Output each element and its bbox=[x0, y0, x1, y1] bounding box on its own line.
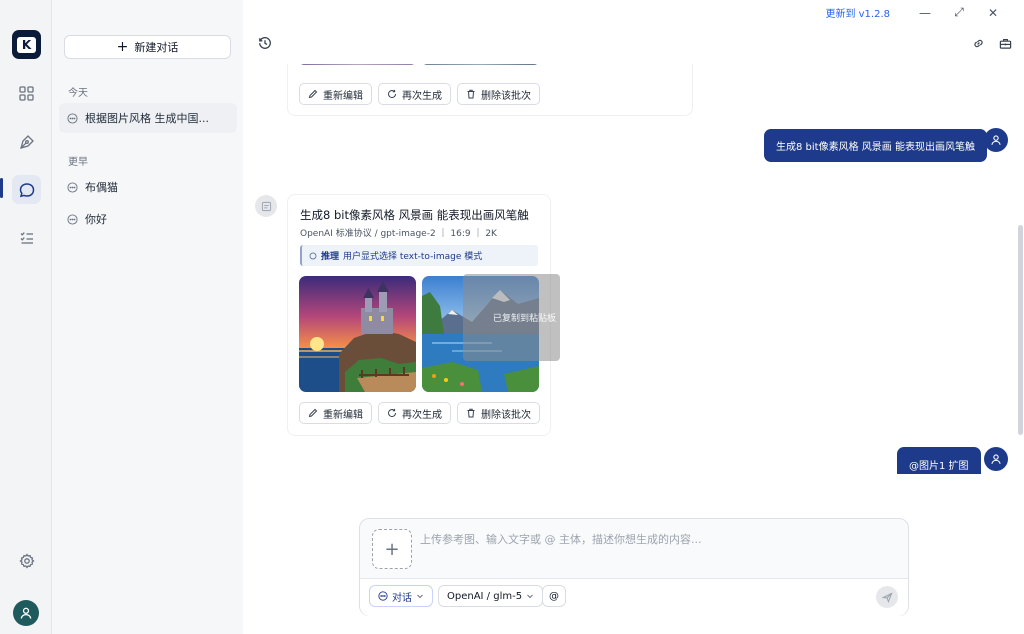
chat-bubble-icon bbox=[67, 181, 78, 193]
message-actions: 重新编辑 再次生成 删除该批次 bbox=[299, 402, 540, 424]
chevron-down-icon bbox=[527, 594, 533, 599]
nav-rail: K bbox=[0, 0, 52, 634]
toolbar-right bbox=[972, 37, 1012, 53]
chat-bubble-icon bbox=[378, 591, 388, 601]
generated-image-thumbnail[interactable] bbox=[299, 276, 416, 392]
group-label-earlier: 更早 bbox=[68, 157, 88, 168]
settings-gear-icon[interactable] bbox=[12, 546, 41, 575]
chat-scrollbar[interactable] bbox=[1018, 225, 1023, 435]
prompt-input[interactable] bbox=[420, 533, 890, 546]
conversation-item[interactable]: 根据图片风格 生成中国... bbox=[59, 103, 237, 133]
link-icon[interactable] bbox=[972, 37, 985, 53]
assistant-avatar bbox=[255, 195, 277, 217]
logo-mark: K bbox=[17, 36, 36, 53]
pen-nib-icon[interactable] bbox=[12, 127, 41, 156]
user-avatar bbox=[984, 447, 1008, 471]
mode-label: 对话 bbox=[392, 592, 412, 604]
main-panel: 更新到 v1.2.8 — ⤢ ✕ 重新编辑 再次生成 删除该批次 生成8 bit… bbox=[243, 0, 1024, 634]
generated-image-thumbnail[interactable] bbox=[422, 64, 539, 65]
chat-scroll-area[interactable]: 重新编辑 再次生成 删除该批次 生成8 bit像素风格 风景画 能表现出画风笔触 bbox=[243, 64, 1024, 474]
upload-reference-button[interactable]: + bbox=[372, 529, 412, 569]
pencil-icon bbox=[308, 408, 318, 418]
conversation-title: 你好 bbox=[85, 213, 107, 226]
conversation-sidebar: + 新建对话 今天 根据图片风格 生成中国... 更早 布偶猫 你好 bbox=[53, 0, 243, 634]
assistant-message-title: 生成8 bit像素风格 风景画 能表现出画风笔触 bbox=[300, 208, 529, 222]
chat-icon[interactable] bbox=[12, 175, 41, 204]
trash-icon bbox=[467, 408, 475, 418]
generated-image-thumbnail[interactable] bbox=[299, 64, 416, 65]
app-logo[interactable]: K bbox=[12, 30, 41, 59]
regenerate-button[interactable]: 再次生成 bbox=[378, 83, 451, 105]
assistant-message-card: 重新编辑 再次生成 删除该批次 bbox=[287, 64, 693, 116]
send-button[interactable] bbox=[876, 586, 898, 608]
regenerate-button[interactable]: 再次生成 bbox=[378, 402, 451, 424]
new-chat-label: 新建对话 bbox=[134, 41, 179, 54]
conversation-title: 根据图片风格 生成中国... bbox=[85, 112, 209, 125]
send-icon bbox=[881, 591, 893, 603]
assistant-message-card: 生成8 bit像素风格 风景画 能表现出画风笔触 OpenAI 标准协议 / g… bbox=[287, 194, 560, 436]
composer: + 对话 OpenAI / glm-5 @ bbox=[359, 518, 909, 616]
chat-bubble-icon bbox=[67, 213, 78, 225]
user-avatar[interactable] bbox=[13, 600, 39, 626]
at-symbol: @ bbox=[549, 590, 559, 602]
plus-icon: + bbox=[116, 39, 129, 55]
refresh-icon bbox=[388, 408, 397, 418]
copied-tooltip: 已复制到粘贴板 bbox=[463, 274, 560, 361]
conversation-item[interactable]: 布偶猫 bbox=[59, 172, 237, 202]
close-button[interactable]: ✕ bbox=[976, 6, 1010, 20]
delete-batch-label: 删除该批次 bbox=[481, 409, 531, 421]
trash-icon bbox=[467, 89, 475, 99]
grid-icon[interactable] bbox=[12, 79, 41, 108]
chevron-down-icon bbox=[417, 594, 423, 599]
toolbox-icon[interactable] bbox=[999, 37, 1012, 53]
re-edit-label: 重新编辑 bbox=[323, 409, 363, 421]
titlebar-controls: 更新到 v1.2.8 — ⤢ ✕ bbox=[825, 5, 1010, 20]
user-avatar bbox=[984, 128, 1008, 152]
reasoning-text: 用户显式选择 text-to-image 模式 bbox=[343, 252, 483, 262]
minimize-button[interactable]: — bbox=[908, 6, 942, 20]
re-edit-button[interactable]: 重新编辑 bbox=[299, 83, 372, 105]
reasoning-label: 推理 bbox=[321, 252, 340, 262]
regenerate-label: 再次生成 bbox=[402, 409, 442, 421]
new-chat-button[interactable]: + 新建对话 bbox=[64, 35, 231, 59]
delete-batch-label: 删除该批次 bbox=[481, 90, 531, 102]
conversation-item[interactable]: 你好 bbox=[59, 204, 237, 234]
re-edit-label: 重新编辑 bbox=[323, 90, 363, 102]
model-select[interactable]: OpenAI / glm-5 bbox=[438, 585, 544, 607]
update-link[interactable]: 更新到 v1.2.8 bbox=[825, 5, 890, 20]
user-message-bubble: 生成8 bit像素风格 风景画 能表现出画风笔触 bbox=[764, 129, 987, 162]
history-icon[interactable] bbox=[258, 36, 272, 53]
castle-sunset-image bbox=[299, 276, 416, 392]
active-indicator bbox=[0, 178, 3, 198]
delete-batch-button[interactable]: 删除该批次 bbox=[457, 83, 540, 105]
composer-toolbar: 对话 OpenAI / glm-5 @ bbox=[360, 579, 908, 616]
pencil-icon bbox=[308, 89, 318, 99]
generation-meta: OpenAI 标准协议 / gpt-image-2 ｜ 16:9 ｜ 2K bbox=[300, 229, 497, 239]
regenerate-label: 再次生成 bbox=[402, 90, 442, 102]
thought-bubble-icon bbox=[309, 252, 317, 259]
refresh-icon bbox=[388, 89, 397, 99]
re-edit-button[interactable]: 重新编辑 bbox=[299, 402, 372, 424]
group-label-today: 今天 bbox=[68, 88, 88, 99]
plus-icon: + bbox=[384, 538, 400, 560]
model-label: OpenAI / glm-5 bbox=[447, 590, 523, 602]
mention-button[interactable]: @ bbox=[542, 585, 566, 607]
maximize-button[interactable]: ⤢ bbox=[942, 5, 976, 20]
reasoning-note[interactable]: 推理 用户显式选择 text-to-image 模式 bbox=[300, 245, 538, 266]
chat-bubble-icon bbox=[67, 112, 78, 124]
mode-select[interactable]: 对话 bbox=[369, 585, 433, 607]
message-actions: 重新编辑 再次生成 删除该批次 bbox=[299, 83, 540, 105]
delete-batch-button[interactable]: 删除该批次 bbox=[457, 402, 540, 424]
logo-letter: K bbox=[21, 37, 32, 52]
task-list-icon[interactable] bbox=[12, 223, 41, 252]
user-message-bubble: @图片1 扩图 bbox=[897, 447, 981, 474]
conversation-title: 布偶猫 bbox=[85, 181, 118, 194]
